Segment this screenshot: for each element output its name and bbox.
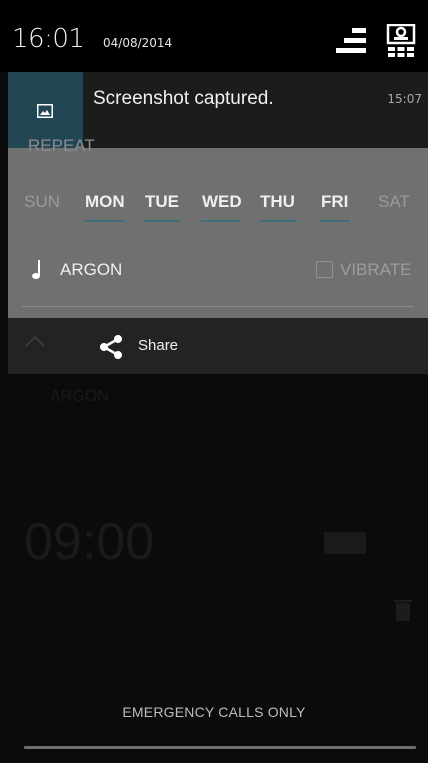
share-button[interactable]: Share xyxy=(138,337,178,354)
ghost-toggle xyxy=(324,532,366,554)
music-note-icon xyxy=(32,260,40,279)
day-fri[interactable]: FRI xyxy=(321,192,348,212)
day-sun[interactable]: SUN xyxy=(24,192,60,212)
vibrate-label[interactable]: VIBRATE xyxy=(340,260,411,280)
chevron-up-icon[interactable] xyxy=(24,334,46,348)
day-thu[interactable]: THU xyxy=(260,192,295,212)
trash-icon xyxy=(394,600,412,621)
day-sat[interactable]: SAT xyxy=(378,192,410,212)
day-tue[interactable]: TUE xyxy=(145,192,179,212)
day-mon[interactable]: MON xyxy=(85,192,125,212)
emergency-calls-text: EMERGENCY CALLS ONLY xyxy=(122,704,306,720)
day-fri-underline xyxy=(320,220,350,222)
status-bar: 16:01 04/08/2014 xyxy=(0,0,428,72)
repeat-label: REPEAT xyxy=(28,136,95,154)
quick-settings-icon[interactable] xyxy=(336,28,366,54)
divider xyxy=(22,306,414,307)
day-wed[interactable]: WED xyxy=(202,192,242,212)
status-clock: 16:01 xyxy=(12,24,85,54)
settings-tile-icon[interactable] xyxy=(386,24,416,58)
share-action-bar: Share xyxy=(8,318,428,374)
day-mon-underline xyxy=(85,220,125,222)
vibrate-checkbox[interactable] xyxy=(316,261,333,278)
notification-time: 15:07 xyxy=(387,92,422,106)
ringtone-label[interactable]: ARGON xyxy=(60,260,122,280)
notification-title: Screenshot captured. xyxy=(93,88,274,109)
day-wed-underline xyxy=(201,220,241,222)
image-icon xyxy=(37,104,53,118)
ghost-ringtone: ARGON xyxy=(50,388,109,405)
alarm-details-panel: REPEAT SUN MON TUE WED THU FRI SAT ARGON… xyxy=(8,136,428,318)
day-thu-underline xyxy=(259,220,297,222)
status-date: 04/08/2014 xyxy=(103,36,173,50)
ghost-alarm-time: 09:00 xyxy=(24,513,155,571)
share-icon[interactable] xyxy=(98,334,124,360)
day-tue-underline xyxy=(144,220,180,222)
notification-shade-handle[interactable] xyxy=(24,746,416,749)
